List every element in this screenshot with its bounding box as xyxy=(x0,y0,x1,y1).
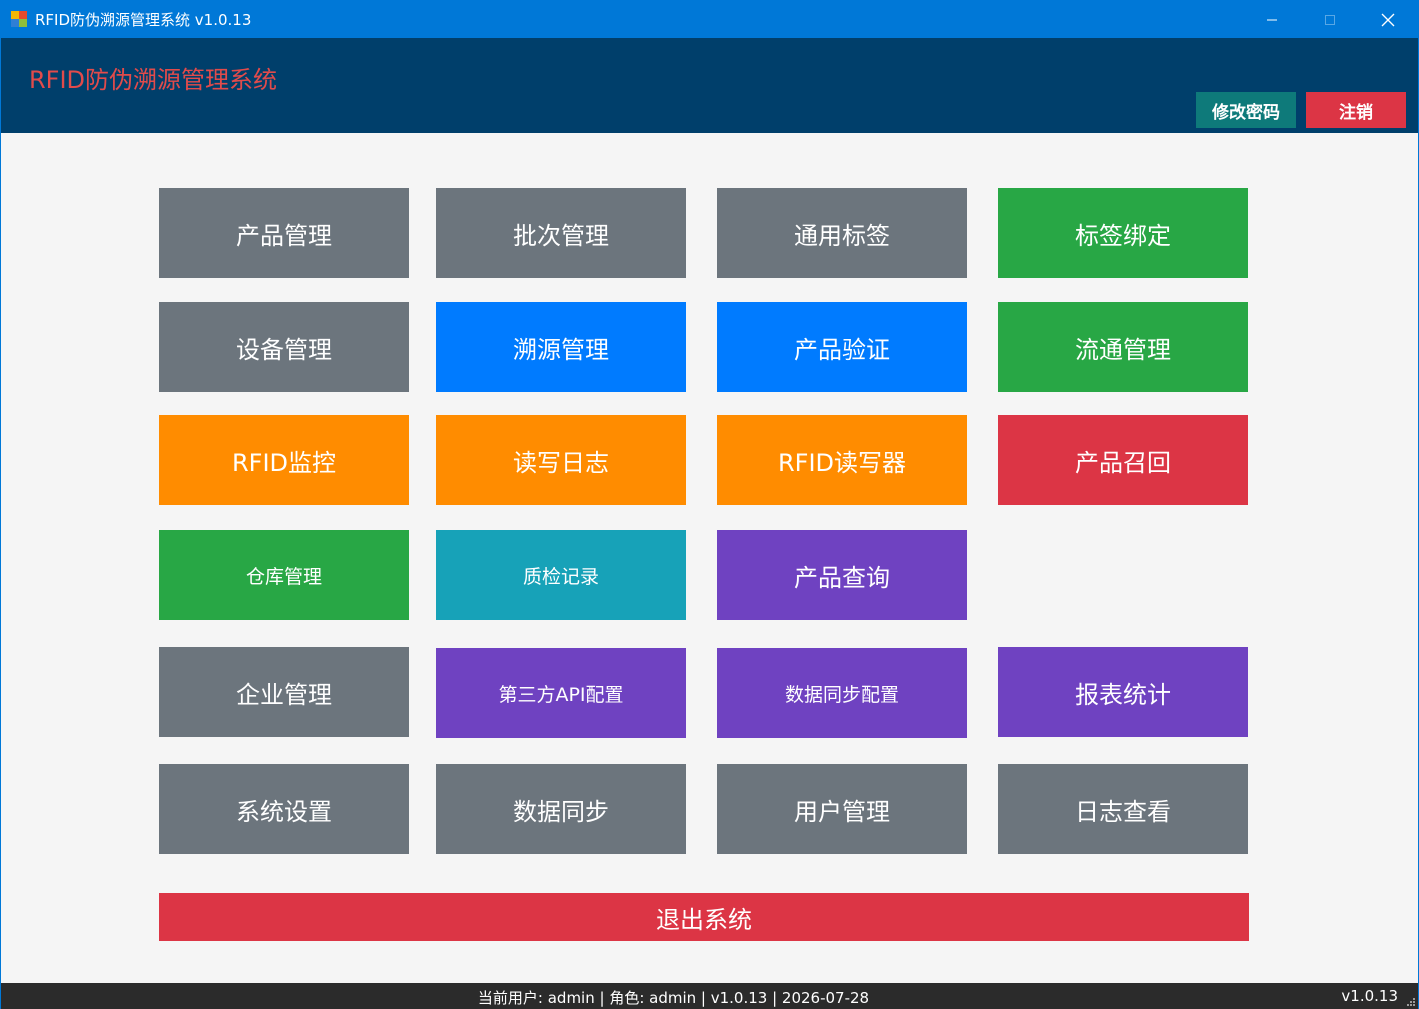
resize-grip-icon[interactable] xyxy=(1406,997,1416,1007)
rfid-monitor-button[interactable]: RFID监控 xyxy=(159,415,409,505)
enterprise-management-button[interactable]: 企业管理 xyxy=(159,647,409,737)
close-button[interactable] xyxy=(1359,1,1417,38)
status-bar: 当前用户: admin | 角色: admin | v1.0.13 | 2026… xyxy=(1,983,1418,1009)
status-info: 当前用户: admin | 角色: admin | v1.0.13 | 2026… xyxy=(477,989,870,1007)
maximize-button[interactable] xyxy=(1301,1,1359,38)
log-view-button[interactable]: 日志查看 xyxy=(998,764,1248,854)
device-management-button[interactable]: 设备管理 xyxy=(159,302,409,392)
status-version: v1.0.13 xyxy=(1341,987,1398,1005)
tag-binding-button[interactable]: 标签绑定 xyxy=(998,188,1248,278)
minimize-icon xyxy=(1267,19,1277,20)
change-password-button[interactable]: 修改密码 xyxy=(1196,92,1296,128)
product-recall-button[interactable]: 产品召回 xyxy=(998,415,1248,505)
circulation-management-button[interactable]: 流通管理 xyxy=(998,302,1248,392)
data-sync-config-button[interactable]: 数据同步配置 xyxy=(717,648,967,738)
app-title: RFID防伪溯源管理系统 xyxy=(29,66,278,94)
report-statistics-button[interactable]: 报表统计 xyxy=(998,647,1248,737)
product-query-button[interactable]: 产品查询 xyxy=(717,530,967,620)
minimize-button[interactable] xyxy=(1243,1,1301,38)
product-verification-button[interactable]: 产品验证 xyxy=(717,302,967,392)
window-titlebar[interactable]: RFID防伪溯源管理系统 v1.0.13 xyxy=(1,1,1418,38)
traceability-management-button[interactable]: 溯源管理 xyxy=(436,302,686,392)
maximize-icon xyxy=(1325,14,1335,25)
quality-inspection-button[interactable]: 质检记录 xyxy=(436,530,686,620)
user-management-button[interactable]: 用户管理 xyxy=(717,764,967,854)
read-write-log-button[interactable]: 读写日志 xyxy=(436,415,686,505)
app-icon xyxy=(11,11,27,27)
window-title: RFID防伪溯源管理系统 v1.0.13 xyxy=(35,11,252,29)
data-sync-button[interactable]: 数据同步 xyxy=(436,764,686,854)
system-settings-button[interactable]: 系统设置 xyxy=(159,764,409,854)
app-header: RFID防伪溯源管理系统 修改密码 注销 xyxy=(1,38,1418,133)
logout-button[interactable]: 注销 xyxy=(1306,92,1406,128)
batch-management-button[interactable]: 批次管理 xyxy=(436,188,686,278)
warehouse-management-button[interactable]: 仓库管理 xyxy=(159,530,409,620)
app-window: RFID防伪溯源管理系统 v1.0.13 RFID防伪溯源管理系统 修改密码 注… xyxy=(0,0,1419,1009)
exit-system-button[interactable]: 退出系统 xyxy=(159,893,1249,941)
general-tags-button[interactable]: 通用标签 xyxy=(717,188,967,278)
product-management-button[interactable]: 产品管理 xyxy=(159,188,409,278)
rfid-reader-button[interactable]: RFID读写器 xyxy=(717,415,967,505)
close-icon xyxy=(1381,13,1395,26)
third-party-api-config-button[interactable]: 第三方API配置 xyxy=(436,648,686,738)
